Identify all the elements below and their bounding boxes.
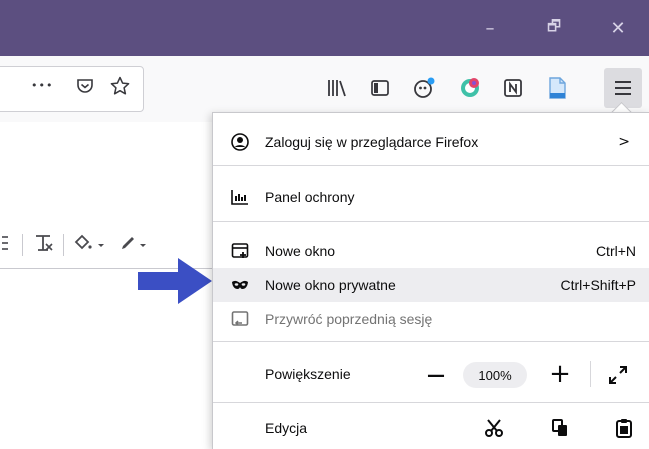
title-bar: – 🗗 ✕	[0, 0, 649, 56]
menu-separator	[213, 341, 649, 342]
app-menu-panel: Zaloguj się w przeglądarce Firefox > Pan…	[212, 112, 649, 449]
protection-dashboard-icon	[231, 188, 249, 206]
fullscreen-icon	[609, 366, 627, 384]
pocket-icon[interactable]	[75, 76, 95, 96]
toolbar-divider	[22, 234, 23, 256]
restore-button[interactable]: 🗗	[540, 14, 568, 42]
hamburger-menu-icon[interactable]	[604, 68, 642, 108]
library-icon[interactable]	[326, 78, 348, 98]
private-mask-icon	[231, 276, 249, 294]
menu-item-new-window[interactable]: Nowe okno Ctrl+N	[213, 234, 649, 268]
account-icon	[231, 133, 249, 151]
page-actions-overflow-icon[interactable]: •••	[31, 79, 53, 92]
menu-item-protections[interactable]: Panel ochrony	[213, 180, 649, 214]
copy-icon	[552, 419, 567, 436]
menu-separator	[213, 402, 649, 403]
menu-item-new-private-window[interactable]: Nowe okno prywatne Ctrl+Shift+P	[213, 268, 649, 302]
chevron-right-icon: >	[618, 134, 630, 150]
zoom-out-button[interactable]: —	[419, 362, 453, 388]
zoom-spacer	[231, 365, 249, 383]
document-extension-icon[interactable]	[546, 76, 568, 100]
minimize-button[interactable]: –	[476, 14, 504, 42]
shortcut-label: Ctrl+N	[595, 243, 636, 259]
bookmark-star-icon[interactable]	[109, 75, 131, 97]
copy-button[interactable]	[543, 414, 577, 442]
notion-icon[interactable]	[502, 77, 524, 99]
url-bar[interactable]: •••	[0, 66, 144, 112]
menu-separator	[213, 165, 649, 166]
fullscreen-button[interactable]	[601, 361, 635, 389]
menu-item-label: Nowe okno prywatne	[265, 277, 396, 293]
paste-button[interactable]	[607, 414, 641, 442]
menu-item-sign-in[interactable]: Zaloguj się w przeglądarce Firefox >	[213, 125, 649, 159]
menu-item-restore-session[interactable]: Przywróć poprzednią sesję	[213, 302, 649, 336]
clipboard-icon	[616, 419, 632, 438]
menu-item-edit: Edycja	[213, 411, 649, 445]
menu-item-label: Powiększenie	[265, 366, 351, 382]
edit-spacer	[231, 419, 249, 437]
pointer-arrow-icon	[138, 258, 212, 304]
fill-color-icon[interactable]	[72, 232, 108, 259]
cut-button[interactable]	[477, 414, 511, 442]
zoom-divider	[590, 361, 591, 387]
extension-color-circle-icon[interactable]	[458, 76, 482, 100]
menu-item-label: Panel ochrony	[265, 189, 355, 205]
menu-item-label: Zaloguj się w przeglądarce Firefox	[265, 134, 479, 150]
menu-lines-icon[interactable]	[2, 234, 8, 257]
pen-color-icon[interactable]	[116, 232, 152, 259]
shortcut-label: Ctrl+Shift+P	[560, 277, 636, 293]
menu-item-label: Przywróć poprzednią sesję	[265, 311, 433, 327]
restore-session-icon	[231, 310, 249, 328]
close-button[interactable]: ✕	[604, 14, 632, 42]
scissors-icon	[485, 419, 503, 437]
menu-separator	[213, 221, 649, 222]
sidebar-icon[interactable]	[370, 78, 390, 98]
menu-item-label: Edycja	[265, 420, 308, 436]
menu-item-label: Nowe okno	[265, 243, 336, 259]
zoom-reset-button[interactable]: 100%	[463, 362, 527, 388]
zoom-in-button[interactable]: +	[543, 359, 577, 389]
clear-format-icon[interactable]	[31, 232, 55, 259]
toolbar-divider	[63, 234, 64, 256]
new-window-icon	[231, 242, 249, 260]
extension-ghost-icon[interactable]	[412, 76, 436, 100]
